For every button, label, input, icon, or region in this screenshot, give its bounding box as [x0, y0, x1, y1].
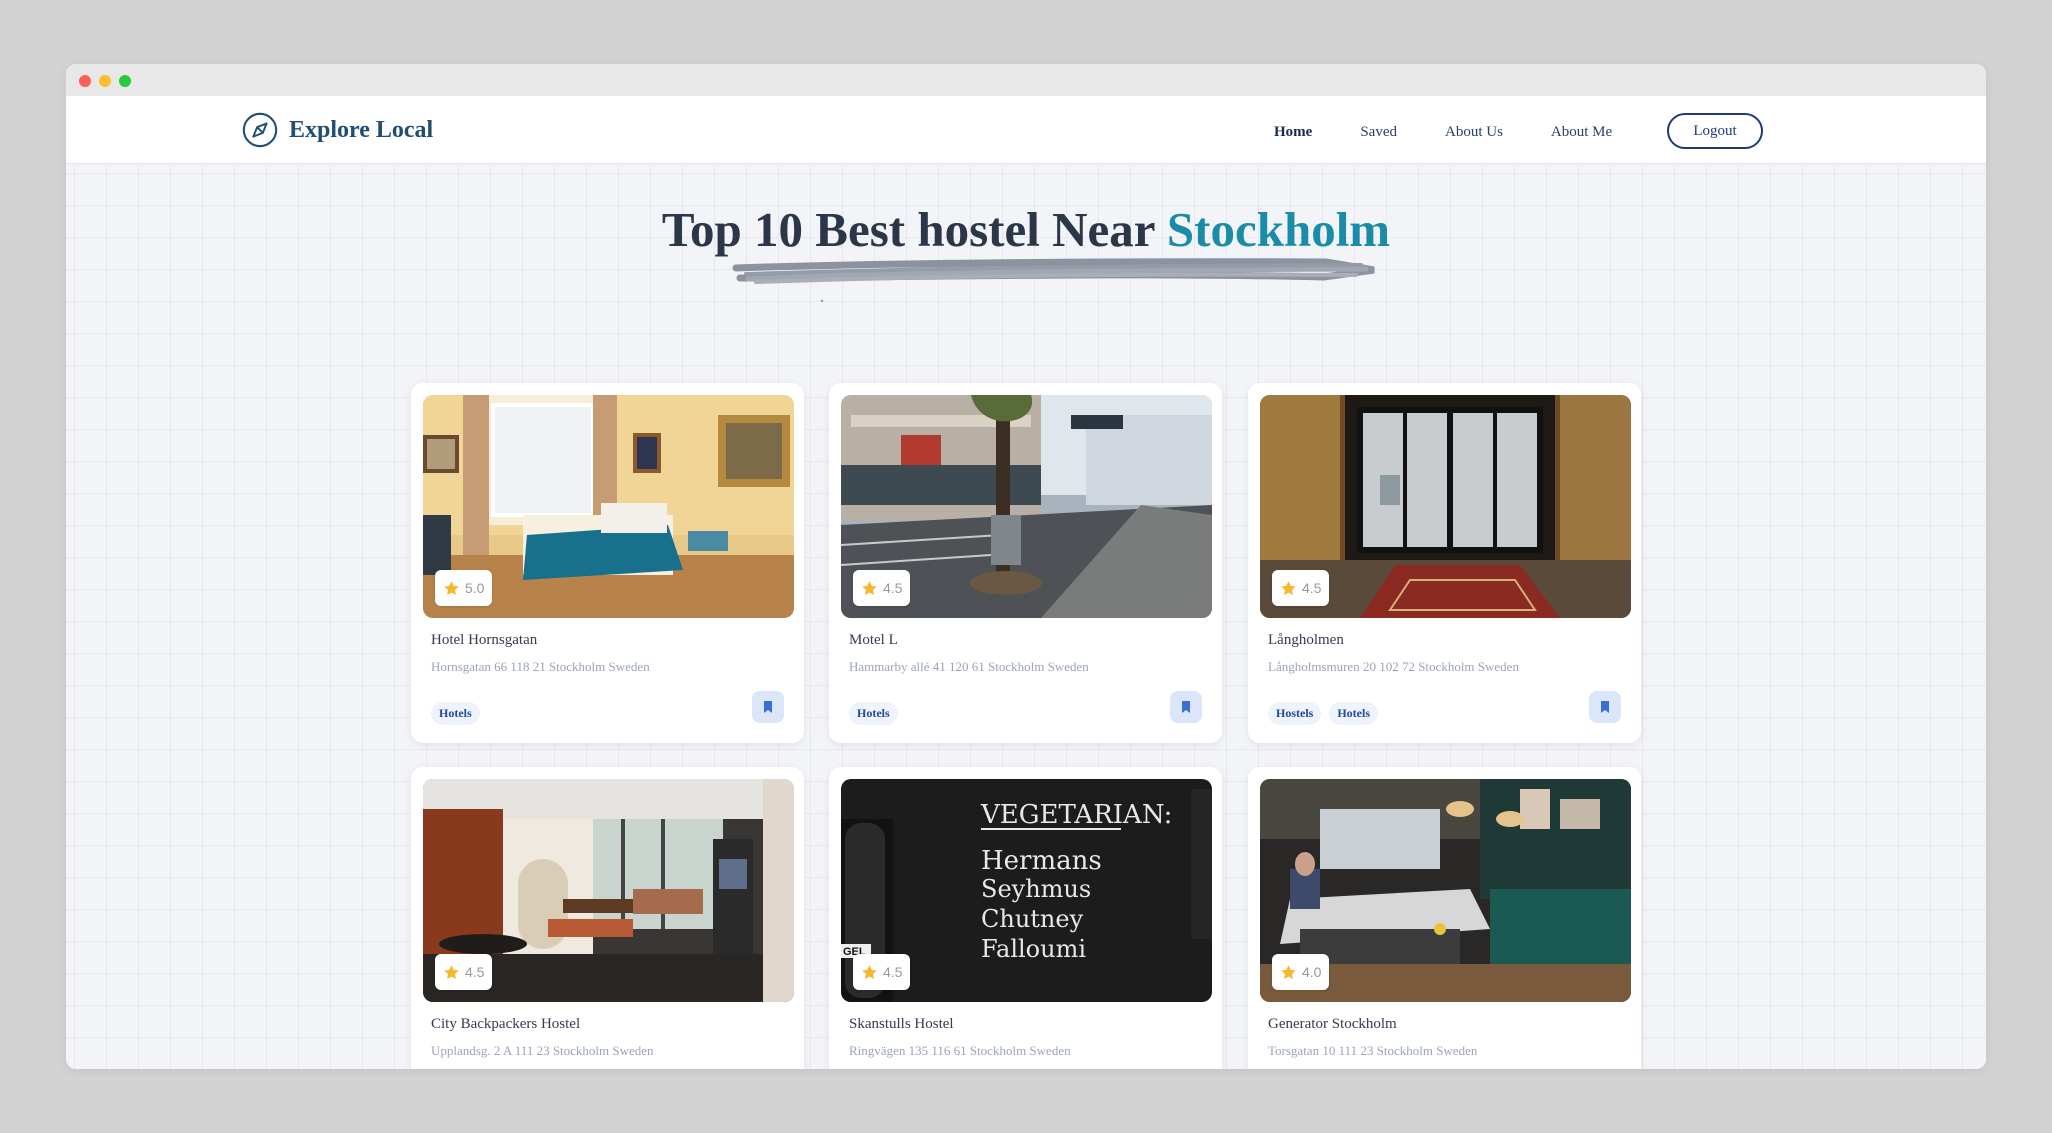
- hostel-address: Långholmsmuren 20 102 72 Stockholm Swede…: [1268, 659, 1519, 674]
- nav-about-us[interactable]: About Us: [1445, 124, 1503, 141]
- page-title-prefix: Top 10 Best hostel Near: [661, 202, 1167, 257]
- hostel-photo: 4.5: [1260, 395, 1631, 618]
- compass-icon: [242, 112, 278, 148]
- star-icon: [1281, 580, 1296, 595]
- rating-badge: 4.5: [435, 954, 493, 990]
- chalkboard-item: Falloumi: [981, 935, 1086, 963]
- minimize-window-button[interactable]: [99, 75, 111, 87]
- hostel-card[interactable]: GEL VEGETARIAN: Hermans Seyhmus Chutney …: [829, 767, 1222, 1069]
- rating-value: 4.5: [883, 964, 903, 980]
- close-window-button[interactable]: [79, 75, 91, 87]
- browser-window: Explore Local Home Saved About Us About …: [66, 64, 1986, 1069]
- hostel-card[interactable]: 4.5 Motel L Hammarby allé 41 120 61 Stoc…: [829, 383, 1222, 743]
- chalkboard-heading: VEGETARIAN:: [980, 800, 1172, 830]
- hostel-photo: 4.5: [841, 395, 1212, 618]
- chalkboard-item: Chutney: [981, 905, 1084, 933]
- logout-button[interactable]: Logout: [1667, 113, 1763, 149]
- rating-value: 4.0: [1302, 964, 1322, 980]
- card-footer: Hotels: [849, 691, 1202, 725]
- nav-links: Home Saved About Us About Me: [1274, 114, 1660, 150]
- main-content: Top 10 Best hostel Near Stockholm 5.0 Ho…: [66, 165, 1986, 1069]
- category-tag[interactable]: Hotels: [431, 702, 480, 725]
- hostel-name: Långholmen: [1268, 632, 1344, 648]
- rating-value: 5.0: [465, 580, 485, 596]
- hostel-card[interactable]: 4.0 Generator Stockholm Torsgatan 10 111…: [1248, 767, 1641, 1069]
- card-footer: Hostels Hotels: [1268, 691, 1621, 725]
- nav-home[interactable]: Home: [1274, 124, 1312, 141]
- brand-link[interactable]: Explore Local: [241, 110, 433, 150]
- nav-about-me[interactable]: About Me: [1551, 124, 1612, 141]
- category-tag[interactable]: Hotels: [1329, 702, 1379, 725]
- bookmark-button[interactable]: [752, 691, 784, 723]
- tag-list: Hotels: [431, 702, 480, 725]
- hostel-photo: GEL VEGETARIAN: Hermans Seyhmus Chutney …: [841, 779, 1212, 1002]
- hostel-address: Hornsgatan 66 118 21 Stockholm Sweden: [431, 659, 650, 674]
- star-icon: [444, 580, 459, 595]
- star-icon: [862, 580, 877, 595]
- card-footer: Hotels: [431, 691, 784, 725]
- navbar: Explore Local Home Saved About Us About …: [66, 96, 1986, 164]
- window-titlebar: [66, 64, 1986, 96]
- hostel-address: Hammarby allé 41 120 61 Stockholm Sweden: [849, 659, 1089, 674]
- rating-value: 4.5: [1302, 580, 1322, 596]
- chalkboard-item: Seyhmus: [981, 875, 1091, 903]
- category-tag[interactable]: Hotels: [849, 702, 898, 725]
- page-title-city: Stockholm: [1166, 202, 1391, 257]
- brand-name: Explore Local: [289, 116, 434, 143]
- tag-list: Hostels Hotels: [1268, 702, 1379, 725]
- maximize-window-button[interactable]: [119, 75, 131, 87]
- hostel-name: Skanstulls Hostel: [849, 1016, 954, 1032]
- rating-badge: 4.5: [853, 954, 911, 990]
- rating-badge: 4.5: [853, 570, 911, 606]
- bookmark-button[interactable]: [1589, 691, 1621, 723]
- hostel-photo: 4.5: [423, 779, 794, 1002]
- bookmark-button[interactable]: [1170, 691, 1202, 723]
- rating-badge: 4.5: [1272, 570, 1330, 606]
- page-title: Top 10 Best hostel Near Stockholm: [66, 201, 1986, 258]
- hostel-photo: 5.0: [423, 395, 794, 618]
- hostel-name: Generator Stockholm: [1268, 1016, 1397, 1032]
- hostel-name: Motel L: [849, 632, 898, 648]
- bookmark-icon: [764, 701, 772, 713]
- hostel-address: Upplandsg. 2 A 111 23 Stockholm Sweden: [431, 1043, 654, 1058]
- hostel-card[interactable]: 5.0 Hotel Hornsgatan Hornsgatan 66 118 2…: [411, 383, 804, 743]
- hostel-address: Torsgatan 10 111 23 Stockholm Sweden: [1268, 1043, 1478, 1058]
- hostel-card[interactable]: 4.5 Långholmen Långholmsmuren 20 102 72 …: [1248, 383, 1641, 743]
- bookmark-icon: [1182, 701, 1190, 713]
- hostel-address: Ringvägen 135 116 61 Stockholm Sweden: [849, 1043, 1071, 1058]
- hostel-photo: 4.0: [1260, 779, 1631, 1002]
- hostel-card[interactable]: 4.5 City Backpackers Hostel Upplandsg. 2…: [411, 767, 804, 1069]
- rating-value: 4.5: [883, 580, 903, 596]
- star-icon: [1281, 964, 1296, 979]
- bookmark-icon: [1601, 701, 1609, 713]
- star-icon: [862, 964, 877, 979]
- hostel-name: Hotel Hornsgatan: [431, 632, 538, 648]
- nav-saved[interactable]: Saved: [1360, 124, 1397, 141]
- category-tag[interactable]: Hostels: [1268, 702, 1322, 725]
- chalkboard-item: Hermans: [981, 846, 1102, 876]
- rating-badge: 5.0: [435, 570, 493, 606]
- tag-list: Hotels: [849, 702, 898, 725]
- rating-badge: 4.0: [1272, 954, 1330, 990]
- star-icon: [444, 964, 459, 979]
- hostel-name: City Backpackers Hostel: [431, 1016, 581, 1032]
- rating-value: 4.5: [465, 964, 485, 980]
- underline-scribble: [732, 258, 1375, 303]
